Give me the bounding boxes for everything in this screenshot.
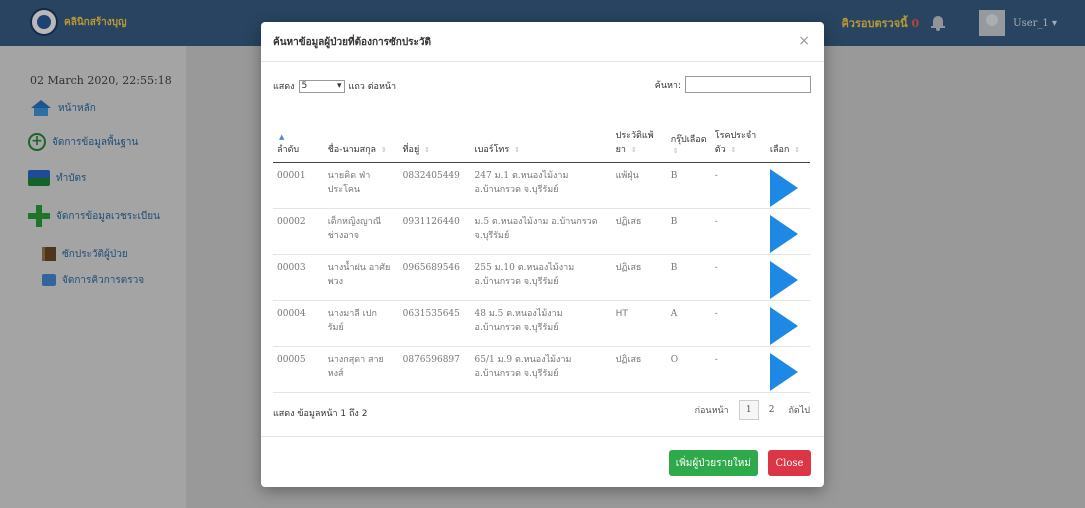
cell-allergy: HT <box>611 300 667 347</box>
cell-phone: 0965689546 <box>398 254 471 301</box>
modal-header: ค้นหาข้อมูลผู้ป่วยที่ต้องการซักประวัติ × <box>261 22 824 62</box>
cell-select <box>765 300 810 347</box>
modal-footer: เพิ่มผู้ป่วยรายใหม่ Close <box>261 436 824 487</box>
table-search: ค้นหา: <box>655 76 811 93</box>
col-header-name[interactable]: ชื่อ-นามสกุล ⇕ <box>323 104 399 163</box>
pagination-page-2[interactable]: 2 <box>769 405 775 415</box>
cell-select <box>765 208 810 255</box>
col-header-phone[interactable]: เบอร์โทร ⇕ <box>470 104 612 163</box>
cell-blood: O <box>666 346 711 393</box>
patient-table: ▲ ลำดับ ชื่อ-นามสกุล ⇕ ที่อยู่ ⇕ เบอร์โทร… <box>273 104 810 393</box>
cell-id: 00005 <box>273 346 324 393</box>
cell-disease: - <box>710 162 766 209</box>
cell-id: 00002 <box>273 208 324 255</box>
cell-phone: 0631535645 <box>398 300 471 347</box>
col-header-allergy[interactable]: ประวัติแพ้ยา ⇕ <box>611 104 667 163</box>
cell-disease: - <box>710 346 766 393</box>
page-length-control: แสดง 5 ▾ แถว ต่อหน้า <box>273 79 396 93</box>
select-arrow-icon[interactable] <box>769 352 798 391</box>
cell-disease: - <box>710 208 766 255</box>
select-arrow-icon[interactable] <box>769 260 798 299</box>
cell-phone: 0832405449 <box>398 162 471 209</box>
sort-icon: ⇕ <box>424 145 430 154</box>
sort-icon: ⇕ <box>794 145 801 154</box>
pagination-next[interactable]: ถัดไป <box>788 403 810 417</box>
table-row: 00002 เด็กหญิงญาณี ช่างอาจ 0931126440 ม.… <box>273 208 810 255</box>
modal-title: ค้นหาข้อมูลผู้ป่วยที่ต้องการซักประวัติ <box>273 37 432 48</box>
cell-allergy: ปฏิเสธ <box>611 346 667 393</box>
length-prefix: แสดง <box>273 82 295 92</box>
cell-id: 00004 <box>273 300 324 347</box>
cell-blood: B <box>666 208 711 255</box>
cell-name: นายคิด ฟ่า ประโคน <box>323 162 399 209</box>
cell-select <box>765 162 810 209</box>
page-length-value: 5 <box>301 81 308 91</box>
table-info: แสดง ข้อมูลหน้า 1 ถึง 2 <box>273 409 368 419</box>
cell-name: นางกสุดา สาย หงส์ <box>323 346 399 393</box>
col-header-blood[interactable]: กรุ๊ปเลือด ⇕ <box>666 104 711 163</box>
col-header-select[interactable]: เลือก ⇕ <box>765 104 810 163</box>
add-patient-button[interactable]: เพิ่มผู้ป่วยรายใหม่ <box>668 450 758 476</box>
close-button[interactable]: Close <box>768 450 811 476</box>
table-row: 00001 นายคิด ฟ่า ประโคน 0832405449 247 ม… <box>273 162 810 209</box>
pagination-prev[interactable]: ก่อนหน้า <box>695 403 729 417</box>
cell-name: เด็กหญิงญาณี ช่างอาจ <box>323 208 399 255</box>
cell-allergy: ปฏิเสธ <box>611 208 667 255</box>
cell-phone: 0931126440 <box>398 208 471 255</box>
table-header-row: ▲ ลำดับ ชื่อ-นามสกุล ⇕ ที่อยู่ ⇕ เบอร์โทร… <box>273 104 810 163</box>
cell-disease: - <box>710 254 766 301</box>
cell-id: 00003 <box>273 254 324 301</box>
col-header-address[interactable]: ที่อยู่ ⇕ <box>398 104 471 163</box>
table-row: 00004 นางมาลี เปก รัมย์ 0631535645 48 ม.… <box>273 300 810 347</box>
search-label: ค้นหา: <box>654 80 681 91</box>
page-length-select[interactable]: 5 ▾ <box>298 79 345 93</box>
cell-blood: B <box>666 254 711 301</box>
sort-icon: ⇕ <box>630 145 637 154</box>
cell-address: ม.5 ต.หนองไม้งาม อ.บ้านกรวด จ.บุรีรัมย์ <box>470 208 612 255</box>
table-row: 00003 นางน้ำฝน อาศัยพวง 0965689546 255 ม… <box>273 254 810 301</box>
cell-blood: A <box>666 300 711 347</box>
pagination-page-1[interactable]: 1 <box>738 400 759 420</box>
patient-search-modal: ค้นหาข้อมูลผู้ป่วยที่ต้องการซักประวัติ ×… <box>261 22 824 487</box>
sort-icon: ⇕ <box>672 146 679 155</box>
col-header-disease[interactable]: โรคประจำตัว ⇕ <box>710 104 766 163</box>
select-arrow-icon[interactable] <box>769 214 798 253</box>
cell-select <box>765 254 810 301</box>
cell-address: 65/1 ม.9 ต.หนองไม้งาม อ.บ้านกรวด จ.บุรีร… <box>470 346 612 393</box>
cell-allergy: ปฏิเสธ <box>611 254 667 301</box>
select-arrow-icon[interactable] <box>769 168 798 207</box>
sort-icon: ⇕ <box>730 145 737 154</box>
col-header-order[interactable]: ▲ ลำดับ <box>273 104 324 163</box>
sort-icon: ⇕ <box>514 145 520 154</box>
cell-disease: - <box>710 300 766 347</box>
close-icon[interactable]: × <box>798 33 810 49</box>
search-input[interactable] <box>685 76 811 93</box>
cell-blood: B <box>666 162 711 209</box>
select-arrow-icon[interactable] <box>769 306 798 345</box>
cell-name: นางมาลี เปก รัมย์ <box>323 300 399 347</box>
sort-asc-icon: ▲ <box>279 132 285 141</box>
cell-address: 48 ม.5 ต.หนองไม้งาม อ.บ้านกรวด จ.บุรีรัม… <box>470 300 612 347</box>
cell-allergy: แพ้ฝุ่น <box>611 162 667 209</box>
cell-address: 247 ม.1 ต.หนองไม้งาม อ.บ้านกรวด จ.บุรีรั… <box>470 162 612 209</box>
cell-address: 255 ม.10 ต.หนองไม้งาม อ.บ้านกรวด จ.บุรีร… <box>470 254 612 301</box>
table-row: 00005 นางกสุดา สาย หงส์ 0876596897 65/1 … <box>273 346 810 393</box>
chevron-down-icon: ▾ <box>337 81 342 91</box>
cell-phone: 0876596897 <box>398 346 471 393</box>
pagination: ก่อนหน้า 1 2 ถัดไป <box>685 400 810 420</box>
cell-select <box>765 346 810 393</box>
cell-name: นางน้ำฝน อาศัยพวง <box>323 254 399 301</box>
cell-id: 00001 <box>273 162 324 209</box>
length-suffix: แถว ต่อหน้า <box>348 82 397 92</box>
sort-icon: ⇕ <box>380 145 387 154</box>
